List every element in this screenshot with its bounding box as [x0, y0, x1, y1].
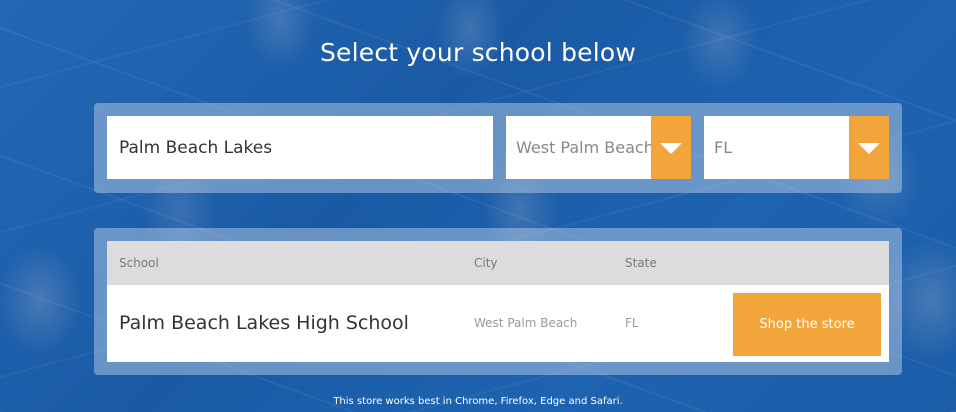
- city-select-value: West Palm Beach: [516, 138, 654, 157]
- browser-support-note: This store works best in Chrome, Firefox…: [333, 396, 623, 407]
- state-select-value: FL: [714, 138, 733, 157]
- results-panel: School City State Palm Beach Lakes High …: [94, 228, 902, 375]
- state-cell: FL: [625, 316, 639, 330]
- page-title: Select your school below: [319, 38, 637, 67]
- city-select[interactable]: West Palm Beach: [506, 116, 691, 179]
- column-header-school: School: [119, 256, 159, 270]
- column-header-city: City: [474, 256, 498, 270]
- shop-the-store-button[interactable]: Shop the store: [733, 293, 881, 356]
- city-cell: West Palm Beach: [474, 316, 578, 330]
- school-selector-page: Select your school below West Palm Beach…: [0, 0, 956, 412]
- chevron-down-icon: [858, 143, 880, 154]
- column-header-state: State: [625, 256, 657, 270]
- results-table: School City State Palm Beach Lakes High …: [107, 241, 889, 362]
- table-row: Palm Beach Lakes High School West Palm B…: [107, 285, 889, 362]
- city-dropdown-toggle[interactable]: [651, 116, 691, 179]
- table-header: School City State: [107, 241, 889, 285]
- state-dropdown-toggle[interactable]: [849, 116, 889, 179]
- school-search-input[interactable]: [107, 116, 493, 179]
- search-panel: West Palm Beach FL: [94, 103, 902, 193]
- school-name-cell: Palm Beach Lakes High School: [119, 312, 409, 334]
- chevron-down-icon: [660, 143, 682, 154]
- state-select[interactable]: FL: [704, 116, 889, 179]
